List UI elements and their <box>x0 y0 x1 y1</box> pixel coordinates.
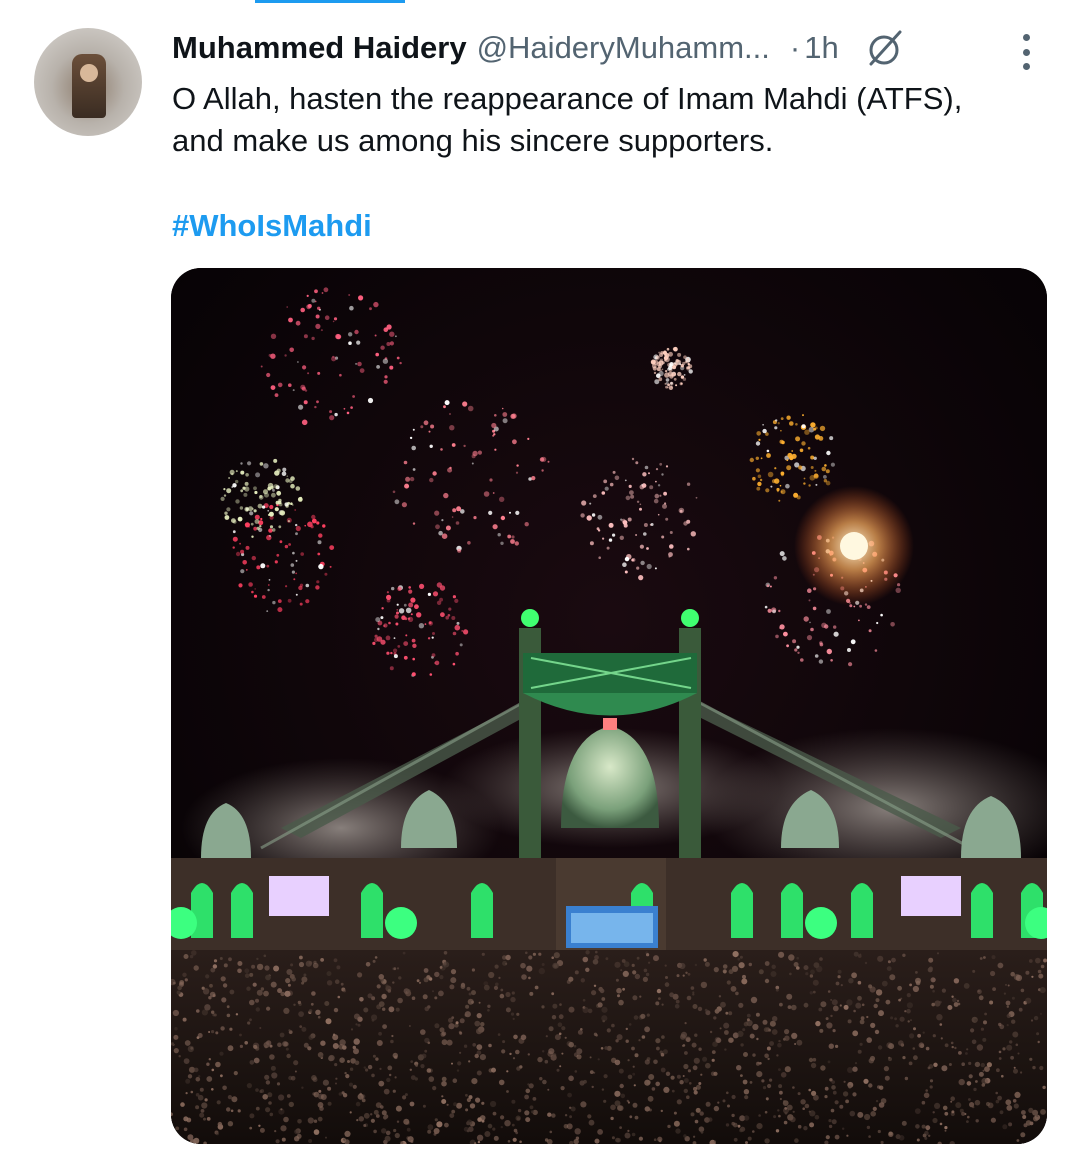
hashtag-link[interactable]: #WhoIsMahdi <box>172 208 372 244</box>
tweet-text-line-1: O Allah, hasten the reappearance of Imam… <box>172 81 963 116</box>
separator-dot: · <box>789 30 801 65</box>
avatar[interactable] <box>34 28 142 136</box>
avatar-face <box>80 64 98 82</box>
mosque-fireworks-photo <box>171 268 1047 1144</box>
grok-icon[interactable] <box>865 28 905 68</box>
tweet-header: Muhammed Haidery @HaideryMuhamm... · 1h <box>172 26 1040 70</box>
tweet-text-line-2: and make us among his sincere supporters… <box>172 123 774 158</box>
top-active-indicator <box>255 0 405 3</box>
more-options-icon[interactable] <box>1020 34 1032 70</box>
author-name[interactable]: Muhammed Haidery <box>172 30 467 66</box>
tweet-text: O Allah, hasten the reappearance of Imam… <box>172 78 1052 162</box>
author-handle[interactable]: @HaideryMuhamm... <box>477 30 770 66</box>
timestamp[interactable]: 1h <box>804 30 838 66</box>
tweet-media-image[interactable] <box>171 268 1047 1144</box>
